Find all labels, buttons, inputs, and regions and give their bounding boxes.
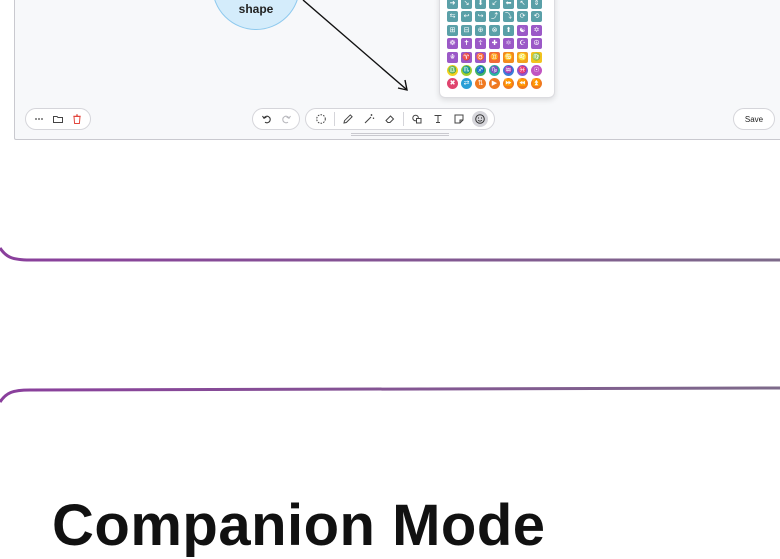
drawing-canvas[interactable]: shape ➜ ↘ ⬇ ↙ ⬅ ↖ ⇕ ⇆ ↩ ↪ ⤴ ⤵ ⟳ ⟲ ⊞ ⊟ ⊕ ⊗ ⬆ ☯ ✡ ☸ ✝ ☦ ✚ ⚛ ☪ ☮ ☬ ♈ ♉ ♊ ♋ ♌… [14,0,780,140]
folder-icon[interactable] [50,111,66,127]
emoji-icon[interactable] [471,111,488,127]
emoji-option[interactable]: ⏩ [503,78,514,90]
emoji-option[interactable]: ⇅ [475,78,486,90]
emoji-option[interactable]: ✝ [461,38,472,50]
emoji-option[interactable]: ☮ [531,38,542,50]
redo-icon[interactable] [278,111,294,127]
eraser-icon[interactable] [382,111,398,127]
emoji-option[interactable]: ⊕ [475,24,486,36]
drawing-tools-group [305,108,495,130]
emoji-option[interactable]: ↘ [461,0,472,9]
emoji-option[interactable]: ☦ [475,38,486,50]
emoji-option[interactable]: ⇆ [447,11,458,23]
emoji-option[interactable]: ♈ [461,51,472,63]
emoji-option[interactable]: ⚛ [503,38,514,50]
emoji-option[interactable]: ⇄ [461,78,472,90]
emoji-option[interactable]: ⏪ [517,78,528,90]
trash-icon[interactable] [69,111,85,127]
toolbar-divider [402,112,404,126]
emoji-option[interactable]: ⊞ [447,24,458,36]
emoji-option[interactable]: ⟲ [531,11,542,23]
emoji-option[interactable]: ↙ [489,0,500,9]
emoji-option[interactable]: ▶ [489,78,500,90]
emoji-option[interactable]: ⤵ [503,11,514,23]
text-icon[interactable] [430,111,446,127]
emoji-picker-panel[interactable]: ➜ ↘ ⬇ ↙ ⬅ ↖ ⇕ ⇆ ↩ ↪ ⤴ ⤵ ⟳ ⟲ ⊞ ⊟ ⊕ ⊗ ⬆ ☯ ✡ ☸ ✝ ☦ ✚ ⚛ ☪ ☮ ☬ ♈ ♉ ♊ ♋ ♌ ♍ ♎ ♏ ♐ ♑ ♒… [439,0,555,98]
emoji-option[interactable]: ↖ [517,0,528,9]
emoji-option[interactable]: ♓ [517,64,528,76]
decorative-wave-divider [0,386,780,403]
emoji-option[interactable]: ✖ [447,78,458,90]
lasso-icon[interactable] [313,111,329,127]
emoji-grid: ➜ ↘ ⬇ ↙ ⬅ ↖ ⇕ ⇆ ↩ ↪ ⤴ ⤵ ⟳ ⟲ ⊞ ⊟ ⊕ ⊗ ⬆ ☯ ✡ ☸ ✝ ☦ ✚ ⚛ ☪ ☮ ☬ ♈ ♉ ♊ ♋ ♌ ♍ ♎ ♏ ♐ ♑ ♒… [447,0,542,90]
emoji-option[interactable]: ☯ [517,24,528,36]
emoji-option[interactable]: ⏫ [531,78,542,90]
emoji-option[interactable]: ♐ [475,64,486,76]
scroll-indicator[interactable] [351,133,449,136]
emoji-option[interactable]: ♏ [461,64,472,76]
emoji-option[interactable]: ⟳ [517,11,528,23]
emoji-option[interactable]: ⇕ [531,0,542,9]
emoji-option[interactable]: ♍ [531,51,542,63]
emoji-option[interactable]: ♒ [503,64,514,76]
emoji-option[interactable]: ♌ [517,51,528,63]
emoji-option[interactable]: ♋ [503,51,514,63]
magic-wand-icon[interactable] [361,111,377,127]
emoji-option[interactable]: ⬅ [503,0,514,9]
section-heading: Companion Mode [52,493,546,558]
emoji-option[interactable]: ☉ [531,64,542,76]
shapes-icon[interactable] [409,111,425,127]
emoji-option[interactable]: ♎ [447,64,458,76]
emoji-option[interactable]: ⤴ [489,11,500,23]
emoji-option[interactable]: ↩ [461,11,472,23]
toolbar-divider [333,112,335,126]
emoji-option[interactable]: ➜ [447,0,458,9]
emoji-option[interactable]: ✡ [531,24,542,36]
emoji-option[interactable]: ☬ [447,51,458,63]
emoji-option[interactable]: ☸ [447,38,458,50]
emoji-option[interactable]: ✚ [489,38,500,50]
emoji-option[interactable]: ♑ [489,64,500,76]
emoji-option[interactable]: ⊟ [461,24,472,36]
emoji-option[interactable]: ☪ [517,38,528,50]
pen-icon[interactable] [340,111,356,127]
file-actions-group [25,108,91,130]
history-group [252,108,300,130]
emoji-option[interactable]: ♊ [489,51,500,63]
emoji-option[interactable]: ⊗ [489,24,500,36]
emoji-option[interactable]: ♉ [475,51,486,63]
emoji-option[interactable]: ⬇ [475,0,486,9]
more-icon[interactable] [31,111,47,127]
save-button[interactable]: Save [733,108,775,130]
sticky-note-icon[interactable] [451,111,467,127]
undo-icon[interactable] [259,111,275,127]
emoji-option[interactable]: ↪ [475,11,486,23]
emoji-option[interactable]: ⬆ [503,24,514,36]
decorative-wave-divider [0,247,780,262]
